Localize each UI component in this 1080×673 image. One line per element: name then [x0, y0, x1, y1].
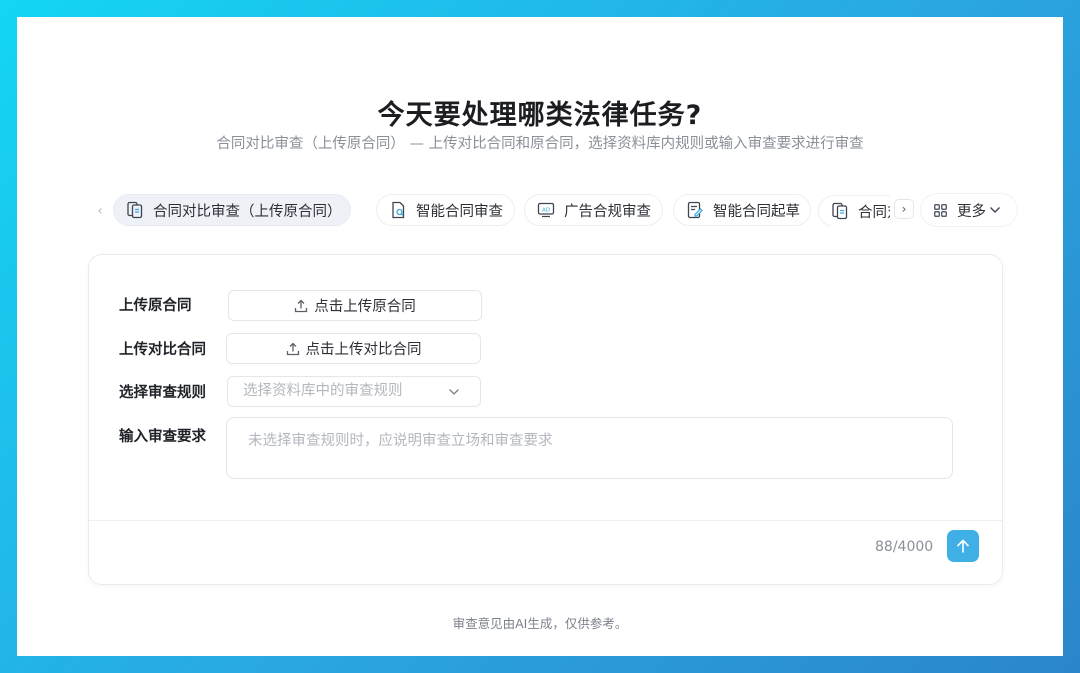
grid-icon — [934, 203, 947, 217]
scroll-right-icon[interactable]: › — [894, 199, 914, 219]
submit-button[interactable] — [947, 530, 979, 562]
chevron-down-icon — [449, 389, 459, 395]
scroll-left-icon[interactable]: ‹ — [92, 203, 108, 219]
review-form-panel: 上传原合同 点击上传原合同 上传对比合同 点击上传对比合同 选择审查规则 选择资… — [88, 254, 1003, 585]
main-card: 今天要处理哪类法律任务? 合同对比审查（上传原合同） — 上传对比合同和原合同，… — [17, 17, 1063, 656]
tab-smart-contract-review[interactable]: 智能合同审查 — [376, 194, 515, 226]
ad-compliance-icon: AD — [537, 202, 555, 218]
more-label: 更多 — [957, 203, 986, 220]
contract-draft-icon — [687, 201, 703, 219]
arrow-up-icon — [957, 539, 969, 553]
more-button[interactable]: 更多 — [921, 194, 1017, 226]
svg-text:AD: AD — [542, 207, 550, 213]
requirement-label: 输入审查要求 — [119, 429, 206, 445]
tab-ad-compliance-review[interactable]: AD 广告合规审查 — [524, 194, 663, 226]
tab-label: 智能合同审查 — [416, 203, 503, 220]
upload-compare-button[interactable]: 点击上传对比合同 — [226, 333, 481, 364]
tab-label: 智能合同起草 — [713, 203, 800, 220]
requirement-textarea[interactable]: 未选择审查规则时，应说明审查立场和审查要求 — [226, 417, 953, 479]
tab-label: 合同对比审查 — [858, 204, 890, 221]
tab-clip-region: 合同对比审查 — [818, 194, 890, 226]
task-tabs: ‹ 合同对比审查（上传原合同） 智能合同审查 AD 广告合规审查 智能合同起草 … — [89, 193, 1019, 229]
contract-compare-icon — [127, 201, 143, 219]
tab-smart-contract-draft[interactable]: 智能合同起草 — [673, 194, 811, 226]
upload-compare-button-label: 点击上传对比合同 — [305, 342, 422, 358]
upload-icon — [286, 342, 299, 355]
tab-contract-compare-upload-original[interactable]: 合同对比审查（上传原合同） — [113, 194, 351, 226]
upload-original-label: 上传原合同 — [119, 298, 192, 314]
tab-contract-compare[interactable]: 合同对比审查 — [818, 195, 890, 226]
upload-icon — [295, 299, 308, 312]
upload-compare-label: 上传对比合同 — [119, 342, 206, 358]
requirement-placeholder: 未选择审查规则时，应说明审查立场和审查要求 — [248, 433, 553, 449]
chevron-down-icon — [990, 207, 1000, 213]
tab-label: 广告合规审查 — [564, 203, 651, 220]
rule-select[interactable]: 选择资料库中的审查规则 — [227, 376, 481, 407]
rule-select-placeholder: 选择资料库中的审查规则 — [243, 383, 403, 399]
char-counter: 88/4000 — [875, 539, 934, 555]
page-title: 今天要处理哪类法律任务? — [377, 100, 703, 131]
upload-original-button[interactable]: 点击上传原合同 — [228, 290, 482, 321]
upload-original-button-label: 点击上传原合同 — [314, 299, 416, 315]
ai-disclaimer: 审查意见由AI生成，仅供参考。 — [452, 616, 628, 631]
contract-review-icon — [392, 201, 405, 219]
contract-compare-icon — [832, 202, 848, 220]
rule-select-label: 选择审查规则 — [119, 385, 206, 401]
page-subtitle: 合同对比审查（上传原合同） — 上传对比合同和原合同，选择资料库内规则或输入审查… — [216, 136, 864, 152]
tab-label: 合同对比审查（上传原合同） — [153, 203, 342, 220]
panel-divider — [89, 520, 1002, 521]
